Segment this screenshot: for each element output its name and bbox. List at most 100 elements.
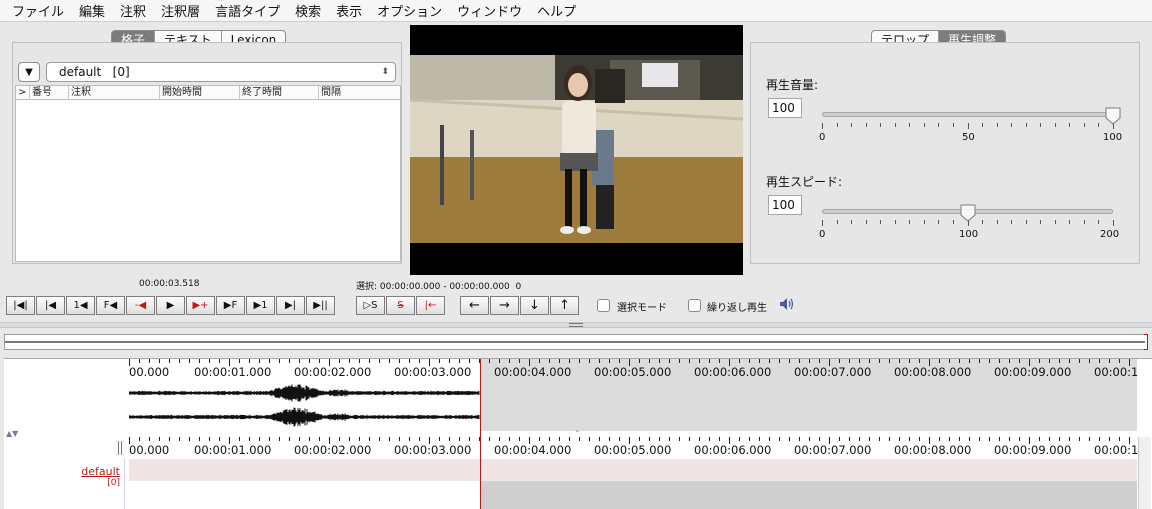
tier-label-column: default [0]: [4, 459, 125, 509]
tier-selector-row: ▼ default [0] ⬍: [18, 60, 396, 82]
tier-annotation-count: [0]: [107, 478, 120, 488]
menu-view[interactable]: 表示: [330, 1, 368, 20]
next-frame-button[interactable]: ▶|: [276, 296, 305, 315]
annotation-table[interactable]: > 番号 注釈 開始時間 終了時間 間隔: [15, 85, 401, 262]
triangle-down-icon: ▼: [25, 66, 33, 78]
vertical-scrollbar[interactable]: [1138, 437, 1151, 509]
step-forward-button[interactable]: ▶+: [186, 296, 215, 315]
volume-scale-max: 100: [1103, 132, 1123, 143]
scale-tick: [1054, 220, 1056, 224]
scale-tick: [1113, 220, 1114, 226]
scale-tick: [894, 123, 896, 127]
ruler-label: 00:00:03.000: [394, 443, 472, 457]
timeline-overview-bar[interactable]: [4, 334, 1148, 350]
playhead-crosshair[interactable]: [480, 359, 481, 509]
col-annotation[interactable]: 注釈: [69, 86, 160, 99]
current-time-readout: 00:00:03.518: [139, 279, 200, 289]
menu-options[interactable]: オプション: [371, 1, 448, 20]
scale-tick: [952, 220, 954, 224]
scale-tick: [880, 220, 882, 224]
menu-file[interactable]: ファイル: [6, 1, 70, 20]
down-arrow-button[interactable]: ↓: [520, 296, 549, 315]
waveform-viewer[interactable]: [129, 381, 1137, 431]
go-to-end-button[interactable]: ▶||: [306, 296, 335, 315]
annotation-time-ruler[interactable]: 00.000 00:00:01.000 00:00:02.000 00:00:03.0…: [129, 437, 1137, 459]
right-arrow-button[interactable]: →: [490, 296, 519, 315]
ruler-label: 00:00:07.000: [794, 443, 872, 457]
left-arrow-button[interactable]: ←: [460, 296, 489, 315]
go-to-begin-button[interactable]: |◀|: [6, 296, 35, 315]
scale-tick: [923, 220, 925, 224]
volume-slider-track[interactable]: [822, 112, 1113, 117]
scale-tick: [1069, 220, 1071, 224]
scale-tick: [909, 220, 911, 224]
tier-select[interactable]: default [0] ⬍: [46, 62, 396, 82]
speed-value-field[interactable]: 100: [768, 195, 802, 215]
next-second-button[interactable]: ▶1: [246, 296, 275, 315]
scale-tick: [982, 220, 984, 224]
col-end-time[interactable]: 終了時間: [240, 86, 319, 99]
video-scene-image: [410, 55, 743, 243]
video-player[interactable]: [410, 25, 743, 275]
scale-tick: [1040, 220, 1042, 224]
clear-selection-button[interactable]: S: [386, 296, 415, 315]
scale-tick: [822, 123, 823, 129]
scale-tick: [982, 123, 984, 127]
selection-mode-checkbox[interactable]: [597, 299, 610, 312]
menu-window[interactable]: ウィンドウ: [451, 1, 528, 20]
speed-scale-min: 0: [819, 229, 826, 240]
scale-tick: [967, 220, 969, 226]
speed-label: 再生スピード:: [766, 175, 843, 189]
volume-scale-mid: 50: [962, 132, 975, 143]
menu-edit[interactable]: 編集: [73, 1, 111, 20]
tier-name-label[interactable]: default: [81, 465, 120, 478]
ruler-label: 00:00:01.000: [194, 443, 272, 457]
menu-annotation[interactable]: 注釈: [114, 1, 152, 20]
tier-track[interactable]: [129, 459, 1137, 509]
previous-frame-f-button[interactable]: F◀: [96, 296, 125, 315]
next-frame-f-button[interactable]: ▶F: [216, 296, 245, 315]
previous-frame-button[interactable]: |◀: [36, 296, 65, 315]
col-start-time[interactable]: 開始時間: [160, 86, 240, 99]
scale-tick: [1054, 123, 1056, 127]
play-button[interactable]: ▶: [156, 296, 185, 315]
col-number[interactable]: 番号: [30, 86, 69, 99]
selection-mode-label: 選択モード: [617, 303, 667, 314]
waveform-time-ruler[interactable]: 00.000 00:00:01.000 00:00:02.000 00:00:03.0…: [129, 359, 1137, 381]
scale-tick: [865, 123, 867, 127]
tier-panel-grip-icon[interactable]: [118, 441, 122, 455]
ruler-label: 00:00:02.000: [294, 365, 372, 379]
horizontal-splitter[interactable]: [0, 322, 1152, 328]
previous-second-button[interactable]: 1◀: [66, 296, 95, 315]
volume-value-field[interactable]: 100: [768, 98, 802, 118]
scale-tick: [952, 123, 954, 127]
menu-tier[interactable]: 注釈層: [155, 1, 206, 20]
volume-speaker-icon[interactable]: [779, 297, 795, 311]
grip-icon: [569, 323, 583, 327]
ruler-label: 00:00:05.000: [594, 443, 672, 457]
active-tier-row[interactable]: [129, 459, 1137, 481]
scale-tick: [822, 220, 823, 226]
col-duration[interactable]: 間隔: [319, 86, 400, 99]
menu-help[interactable]: ヘルプ: [531, 1, 582, 20]
scale-tick: [1083, 220, 1085, 224]
scale-tick: [865, 220, 867, 224]
overview-end-marker: [1144, 334, 1148, 350]
video-frame: [410, 55, 743, 243]
speed-scale-mid: 100: [959, 229, 979, 240]
menu-search[interactable]: 検索: [289, 1, 327, 20]
col-marker[interactable]: >: [16, 86, 30, 99]
selection-boundary-button[interactable]: |←: [416, 296, 445, 315]
scale-tick: [1098, 123, 1100, 127]
menu-linguistic-type[interactable]: 言語タイプ: [209, 1, 286, 20]
loop-playback-checkbox[interactable]: [688, 299, 701, 312]
tier-select-value: default [0]: [59, 65, 130, 79]
step-back-button[interactable]: -◀: [126, 296, 155, 315]
resize-arrows-icon[interactable]: ▲▼: [6, 429, 18, 438]
scale-tick: [923, 123, 925, 127]
tier-menu-button[interactable]: ▼: [18, 62, 40, 82]
scale-tick: [996, 220, 998, 224]
scale-tick: [851, 220, 853, 224]
up-arrow-button[interactable]: ↑: [550, 296, 579, 315]
play-selection-button[interactable]: ▷S: [356, 296, 385, 315]
